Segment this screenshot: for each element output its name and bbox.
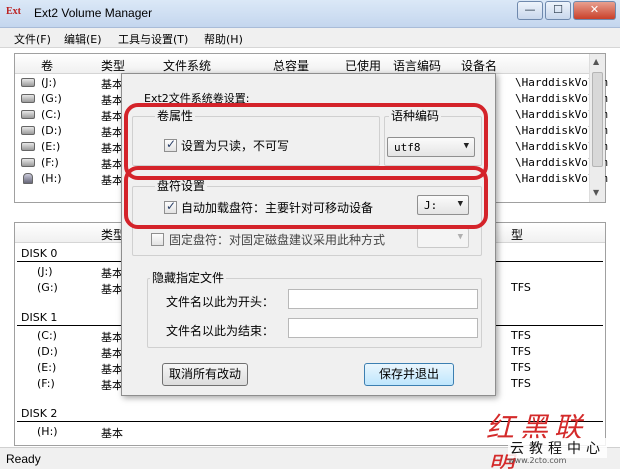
disk-volume-fs: TFS — [511, 345, 531, 358]
row-type: 基本 — [101, 94, 123, 107]
col-encoding[interactable]: 语言编码 — [393, 57, 441, 74]
prefix-label: 文件名以此为开头： — [166, 295, 275, 309]
col-fs-partial[interactable]: 型 — [511, 226, 523, 243]
suffix-input[interactable] — [288, 318, 478, 338]
col-filesystem[interactable]: 文件系统 — [163, 57, 211, 74]
row-type: 基本 — [101, 78, 123, 91]
fixed-drive-letter-select[interactable]: ▼ — [417, 228, 469, 248]
row-type: 基本 — [101, 142, 123, 155]
scroll-down-icon[interactable]: ▼ — [593, 188, 599, 197]
disk-volume[interactable]: (F:) — [37, 377, 55, 390]
drive-icon — [21, 126, 35, 135]
disk-volume[interactable]: (C:) — [37, 329, 57, 342]
disk-volume-fs: TFS — [511, 329, 531, 342]
row-volume: (E:) — [41, 140, 61, 153]
col-used[interactable]: 已使用 — [345, 57, 381, 74]
disk-label: DISK 1 — [21, 311, 58, 324]
disk-volume-fs: TFS — [511, 281, 531, 294]
disk-volume-fs: TFS — [511, 377, 531, 390]
drive-icon — [21, 110, 35, 119]
title-bar: Ext Ext2 Volume Manager — ☐ ✕ — [0, 0, 620, 28]
row-volume: (F:) — [41, 156, 59, 169]
disk-volume-type: 基本 — [101, 283, 123, 296]
drive-icon — [21, 142, 35, 151]
fixed-drive-letter-label[interactable]: 固定盘符：对固定磁盘建议采用此种方式 — [169, 231, 385, 248]
watermark-text: 云教程中心 — [508, 438, 607, 458]
watermark-url: www.2cto.com — [508, 456, 567, 465]
menu-bar: 文件(F) 编辑(E) 工具与设置(T) 帮助(H) — [0, 28, 620, 48]
disk-volume-type: 基本 — [101, 331, 123, 344]
maximize-button[interactable]: ☐ — [545, 1, 571, 20]
disk-volume[interactable]: (E:) — [37, 361, 56, 374]
col-device-name[interactable]: 设备名 — [461, 57, 497, 74]
disk-volume[interactable]: (D:) — [37, 345, 58, 358]
window-title: Ext2 Volume Manager — [34, 6, 153, 20]
row-volume: (C:) — [41, 108, 61, 121]
col-total-size[interactable]: 总容量 — [273, 57, 309, 74]
disk-volume[interactable]: (J:) — [37, 265, 53, 278]
disk-label: DISK 0 — [21, 247, 58, 260]
cancel-changes-button[interactable]: 取消所有改动 — [162, 363, 248, 386]
drive-icon — [21, 158, 35, 167]
close-button[interactable]: ✕ — [573, 1, 616, 20]
menu-tools-settings[interactable]: 工具与设置(T) — [118, 31, 188, 47]
disk-label: DISK 2 — [21, 407, 58, 420]
col-volume[interactable]: 卷 — [41, 57, 53, 74]
usb-drive-icon — [23, 173, 33, 184]
fixed-drive-letter-checkbox[interactable] — [151, 233, 164, 246]
drive-icon — [21, 94, 35, 103]
disk-volume[interactable]: (H:) — [37, 425, 58, 438]
save-and-exit-button[interactable]: 保存并退出 — [364, 363, 454, 386]
hidden-files-group: 隐藏指定文件 文件名以此为开头： 文件名以此为结束： — [147, 269, 482, 348]
disk-volume-type: 基本 — [101, 347, 123, 360]
col-type[interactable]: 类型 — [101, 57, 125, 74]
minimize-button[interactable]: — — [517, 1, 543, 20]
menu-file[interactable]: 文件(F) — [14, 31, 51, 47]
disk-volume-type: 基本 — [101, 363, 123, 376]
disk-volume-type: 基本 — [101, 267, 123, 280]
prefix-input[interactable] — [288, 289, 478, 309]
scroll-up-icon[interactable]: ▲ — [593, 57, 599, 66]
row-volume: (G:) — [41, 92, 62, 105]
disk-volume-fs: TFS — [511, 361, 531, 374]
row-volume: (D:) — [41, 124, 62, 137]
app-logo-icon: Ext — [6, 6, 21, 17]
disk-volume-type: 基本 — [101, 379, 123, 392]
row-volume: (H:) — [41, 172, 62, 185]
chevron-down-icon: ▼ — [457, 232, 463, 242]
row-volume: (J:) — [41, 76, 57, 89]
scroll-thumb[interactable] — [592, 72, 603, 167]
disk-volume[interactable]: (G:) — [37, 281, 58, 294]
disk-volume-type: 基本 — [101, 427, 123, 440]
status-text: Ready — [6, 452, 41, 466]
group-title: 隐藏指定文件 — [150, 269, 227, 286]
row-type: 基本 — [101, 126, 123, 139]
volume-list-scrollbar[interactable]: ▲ ▼ — [589, 54, 605, 202]
drive-icon — [21, 78, 35, 87]
menu-edit[interactable]: 编辑(E) — [64, 31, 102, 47]
row-type: 基本 — [101, 174, 123, 187]
menu-help[interactable]: 帮助(H) — [204, 31, 243, 47]
volume-list-header: 卷 类型 文件系统 总容量 已使用 语言编码 设备名 — [15, 54, 591, 74]
row-type: 基本 — [101, 110, 123, 123]
row-type: 基本 — [101, 158, 123, 171]
suffix-label: 文件名以此为结束： — [166, 324, 275, 338]
highlight-ring-drive-letter — [124, 166, 488, 229]
